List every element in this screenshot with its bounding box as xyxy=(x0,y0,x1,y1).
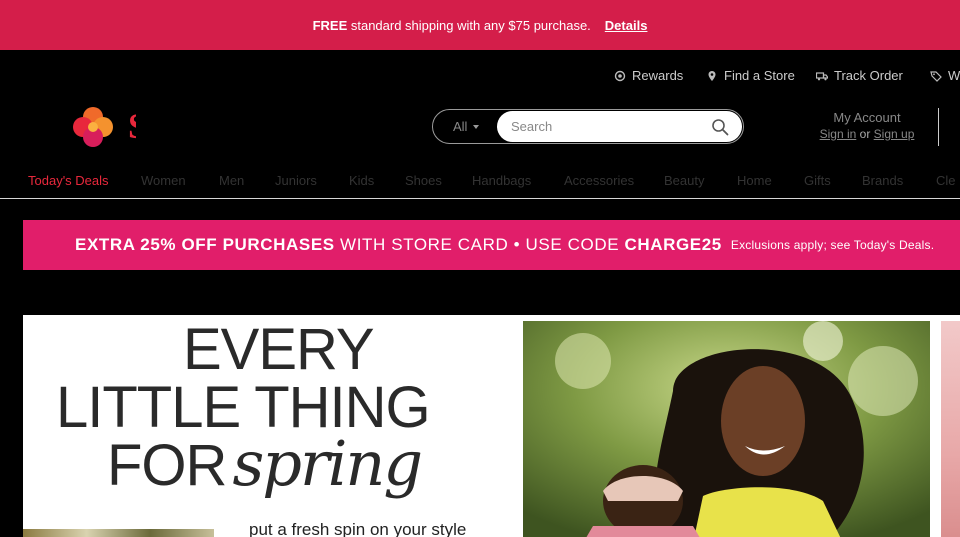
search-input[interactable] xyxy=(497,111,742,142)
header-divider xyxy=(938,108,939,146)
account-or: or xyxy=(859,127,871,141)
wishlist-label: W xyxy=(948,68,960,83)
sign-in-link[interactable]: Sign in xyxy=(820,127,857,141)
search-scope-dropdown[interactable]: All xyxy=(453,110,480,143)
promo-free: FREE xyxy=(312,17,348,33)
wishlist-link[interactable]: W xyxy=(930,68,960,83)
hero-line-1: EVERY xyxy=(183,317,375,382)
track-order-label: Track Order xyxy=(834,68,903,83)
nav-shoes[interactable]: Shoes xyxy=(405,173,442,188)
nav-kids[interactable]: Kids xyxy=(349,173,374,188)
truck-icon xyxy=(816,71,828,80)
card-banner-offer: EXTRA 25% OFF PURCHASES xyxy=(75,235,335,254)
search-scope-label: All xyxy=(453,119,468,134)
rewards-icon xyxy=(614,70,626,81)
utility-links: Rewards Find a Store Track Order W xyxy=(0,68,960,88)
search-bar: All xyxy=(432,109,744,144)
nav-brands[interactable]: Brands xyxy=(862,173,903,188)
find-store-label: Find a Store xyxy=(724,68,795,83)
card-banner-card: WITH STORE CARD • USE CODE xyxy=(340,235,620,254)
store-logo-text[interactable]: S xyxy=(128,106,136,146)
hero-subtitle: put a fresh spin on your style xyxy=(249,520,467,537)
account-menu: My Account Sign in or Sign up xyxy=(815,109,919,143)
search-icon[interactable] xyxy=(711,118,729,136)
hero-spring[interactable]: EVERY LITTLE THING FORspring put a fresh… xyxy=(23,315,960,537)
find-store-link[interactable]: Find a Store xyxy=(706,68,795,83)
nav-home[interactable]: Home xyxy=(737,173,772,188)
rewards-link[interactable]: Rewards xyxy=(614,68,683,83)
nav-todays-deals[interactable]: Today's Deals xyxy=(28,173,109,188)
hero-line-3: FORspring xyxy=(107,433,423,498)
account-title: My Account xyxy=(833,110,901,125)
sign-up-link[interactable]: Sign up xyxy=(874,127,915,141)
promo-text: standard shipping with any $75 purchase. xyxy=(350,17,591,33)
promo-details-link[interactable]: Details xyxy=(605,18,648,33)
hero-for: FOR xyxy=(107,433,227,498)
hero-thumbnail-image xyxy=(23,529,214,537)
card-banner-headline: EXTRA 25% OFF PURCHASES WITH STORE CARD … xyxy=(75,235,722,255)
location-pin-icon xyxy=(708,70,716,81)
card-banner-code: CHARGE25 xyxy=(624,235,722,254)
nav-men[interactable]: Men xyxy=(219,173,244,188)
nav-beauty[interactable]: Beauty xyxy=(664,173,704,188)
nav-juniors[interactable]: Juniors xyxy=(275,173,317,188)
store-card-banner[interactable]: EXTRA 25% OFF PURCHASES WITH STORE CARD … xyxy=(23,220,960,270)
hero-photo-mother-child xyxy=(523,321,930,537)
nav-gifts[interactable]: Gifts xyxy=(804,173,831,188)
track-order-link[interactable]: Track Order xyxy=(816,68,903,83)
nav-handbags[interactable]: Handbags xyxy=(472,173,531,188)
nav-accessories[interactable]: Accessories xyxy=(564,173,634,188)
nav-clearance[interactable]: Cle xyxy=(936,173,956,188)
chevron-down-icon xyxy=(473,124,480,129)
store-logo-icon[interactable] xyxy=(73,107,113,147)
rewards-label: Rewards xyxy=(632,68,684,83)
promo-message: FREE standard shipping with any $75 purc… xyxy=(313,18,591,33)
card-banner-note: Exclusions apply; see Today's Deals. xyxy=(730,238,935,252)
shipping-promo-bar: FREE standard shipping with any $75 purc… xyxy=(0,0,960,50)
wishlist-icon xyxy=(930,70,942,82)
main-nav: Today's Deals Women Men Juniors Kids Sho… xyxy=(0,170,960,192)
hero-script-word: spring xyxy=(232,427,423,500)
nav-divider xyxy=(0,198,960,199)
hero-side-image xyxy=(941,321,960,537)
nav-women[interactable]: Women xyxy=(141,173,186,188)
